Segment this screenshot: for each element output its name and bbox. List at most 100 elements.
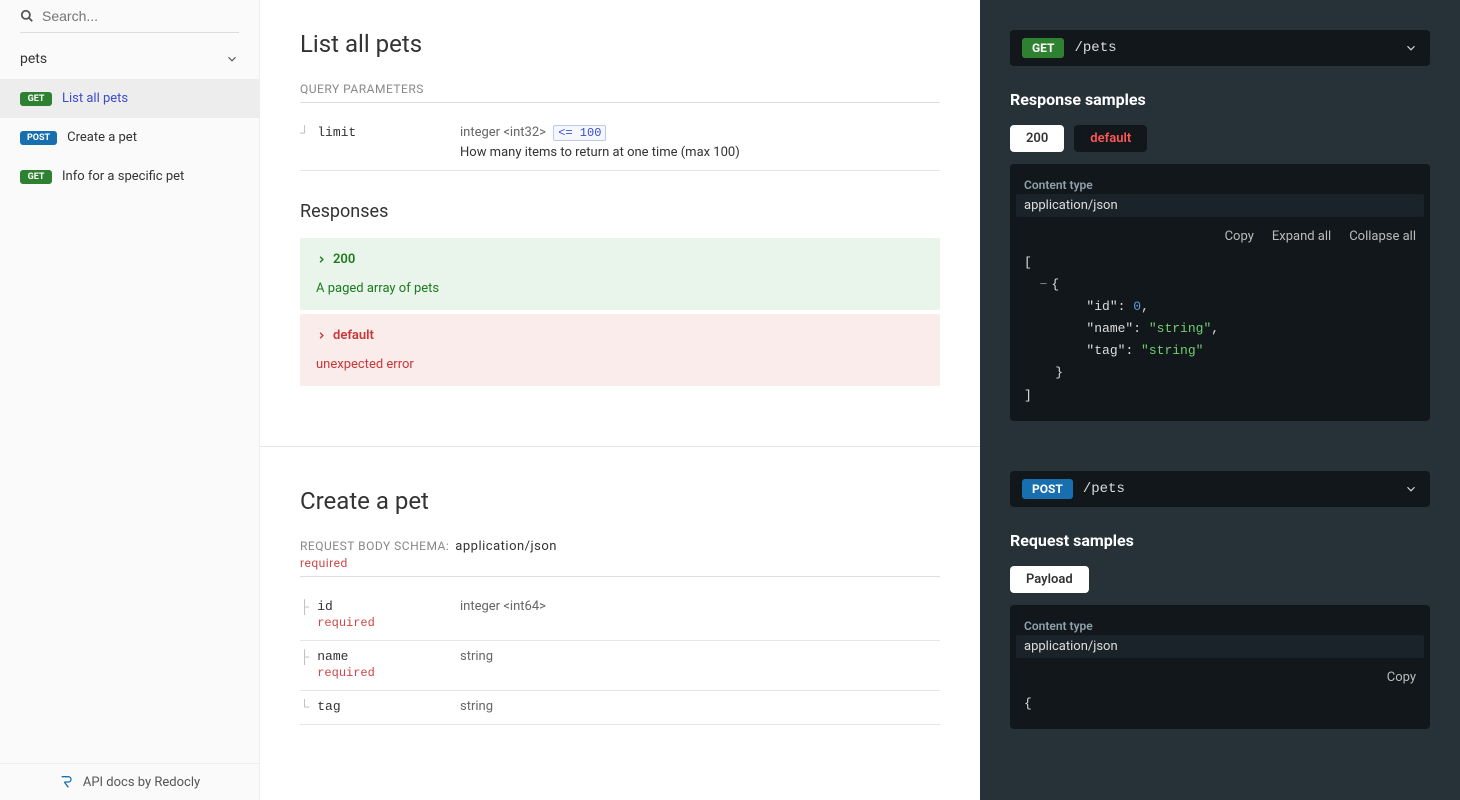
content-type-value: application/json: [1016, 194, 1424, 217]
op-list-pets: List all pets QUERY PARAMETERS ┘ limit i…: [300, 30, 940, 386]
json-key-tag: "tag": [1086, 343, 1125, 358]
search-input[interactable]: [42, 8, 239, 24]
search-icon: [20, 9, 34, 23]
request-samples-heading: Request samples: [1010, 531, 1430, 550]
chevron-down-icon: [1404, 41, 1418, 55]
field-format: <int64>: [503, 599, 546, 614]
tab-default[interactable]: default: [1074, 125, 1147, 152]
nav-item-list-pets[interactable]: GET List all pets: [0, 79, 259, 118]
code-actions: Copy Expand all Collapse all: [1024, 229, 1416, 244]
response-code: 200: [333, 252, 355, 267]
footer-text: API docs by Redocly: [83, 775, 200, 790]
main-content: List all pets QUERY PARAMETERS ┘ limit i…: [260, 0, 980, 800]
endpoint-path: /pets: [1083, 481, 1394, 497]
field-type: string: [460, 649, 493, 664]
param-type: integer: [460, 125, 500, 140]
method-badge: GET: [20, 92, 52, 106]
body-content-type: application/json: [455, 539, 557, 554]
sidebar: pets GET List all pets POST Create a pet…: [0, 0, 260, 800]
param-constraint: <= 100: [553, 125, 606, 141]
sample-list-pets: GET /pets Response samples 200 default C…: [1010, 30, 1430, 421]
required-flag: required: [317, 616, 375, 630]
response-desc: A paged array of pets: [316, 281, 924, 296]
tab-200[interactable]: 200: [1010, 125, 1064, 152]
field-type: integer: [460, 599, 500, 614]
field-row-name: ├ name required string: [300, 641, 940, 691]
nav-item-label: List all pets: [62, 91, 128, 106]
response-200[interactable]: 200 A paged array of pets: [300, 238, 940, 310]
method-pill: POST: [1022, 479, 1073, 499]
divider: [260, 446, 980, 447]
collapse-all-button[interactable]: Collapse all: [1349, 229, 1416, 244]
collapse-toggle[interactable]: −: [1040, 277, 1048, 292]
required-flag: required: [317, 666, 375, 680]
field-name[interactable]: tag: [317, 699, 340, 714]
param-row-limit: ┘ limit integer <int32> <= 100 How many …: [300, 117, 940, 171]
method-badge: GET: [20, 170, 52, 184]
body-schema-table: ├ id required integer <int64> ├ name re: [300, 591, 940, 725]
method-pill: GET: [1022, 38, 1064, 58]
param-table: ┘ limit integer <int32> <= 100 How many …: [300, 117, 940, 171]
response-samples-heading: Response samples: [1010, 90, 1430, 109]
copy-button[interactable]: Copy: [1387, 670, 1416, 685]
field-row-id: ├ id required integer <int64>: [300, 591, 940, 641]
field-name[interactable]: name: [317, 649, 348, 664]
field-type-cell: string: [460, 699, 940, 714]
op-title: List all pets: [300, 30, 940, 58]
request-tabs: Payload: [1010, 566, 1430, 593]
response-head: default: [316, 328, 924, 343]
response-tabs: 200 default: [1010, 125, 1430, 152]
endpoint-bar-get[interactable]: GET /pets: [1010, 30, 1430, 66]
param-name-cell: ┘ limit: [300, 125, 460, 160]
query-params-heading: QUERY PARAMETERS: [300, 82, 940, 103]
tree-icon: ├: [300, 599, 309, 614]
request-body-heading: REQUEST BODY SCHEMA: application/json re…: [300, 539, 940, 577]
sidebar-footer[interactable]: API docs by Redocly: [0, 763, 259, 800]
field-name[interactable]: id: [317, 599, 333, 614]
chevron-right-icon: [316, 254, 327, 265]
endpoint-bar-post[interactable]: POST /pets: [1010, 471, 1430, 507]
code-panel: Content type application/json Copy Expan…: [1010, 164, 1430, 421]
copy-button[interactable]: Copy: [1225, 229, 1254, 244]
chevron-down-icon: [1404, 482, 1418, 496]
tag-label: pets: [20, 51, 47, 67]
content-type-label: Content type: [1024, 178, 1416, 192]
response-desc: unexpected error: [316, 357, 924, 372]
field-name-cell: ├ name required: [300, 649, 460, 680]
nav-item-label: Create a pet: [67, 130, 137, 145]
search-wrap: [0, 0, 259, 32]
param-description: How many items to return at one time (ma…: [460, 145, 940, 160]
field-type: string: [460, 699, 493, 714]
code-panel: Content type application/json Copy {: [1010, 605, 1430, 729]
required-flag: required: [300, 556, 940, 570]
search-underline: [20, 32, 239, 33]
field-name-cell: └ tag: [300, 699, 460, 714]
nav-item-label: Info for a specific pet: [62, 169, 184, 184]
endpoint-path: /pets: [1074, 40, 1394, 56]
param-format: <int32>: [503, 125, 546, 140]
field-name-cell: ├ id required: [300, 599, 460, 630]
field-row-tag: └ tag string: [300, 691, 940, 725]
tree-icon: ┘: [300, 125, 309, 140]
field-type-cell: integer <int64>: [460, 599, 940, 630]
responses: 200 A paged array of pets default unexpe…: [300, 238, 940, 386]
json-val-id: 0: [1133, 299, 1141, 314]
param-name[interactable]: limit: [317, 125, 356, 140]
op-create-pet: Create a pet REQUEST BODY SCHEMA: applic…: [300, 487, 940, 725]
sample-create-pet: POST /pets Request samples Payload Conte…: [1010, 471, 1430, 729]
json-key-name: "name": [1086, 321, 1133, 336]
nav-item-pet-info[interactable]: GET Info for a specific pet: [0, 157, 259, 196]
json-val-tag: "string": [1141, 343, 1203, 358]
content-type-label: Content type: [1024, 619, 1416, 633]
expand-all-button[interactable]: Expand all: [1272, 229, 1331, 244]
tab-payload[interactable]: Payload: [1010, 566, 1089, 593]
response-default[interactable]: default unexpected error: [300, 314, 940, 386]
chevron-right-icon: [316, 330, 327, 341]
responses-heading: Responses: [300, 201, 940, 222]
method-badge: POST: [20, 131, 57, 145]
tag-pets[interactable]: pets: [0, 39, 259, 79]
json-sample: {: [1024, 693, 1416, 715]
content-type-value: application/json: [1016, 635, 1424, 658]
body-heading-text: REQUEST BODY SCHEMA:: [300, 539, 449, 553]
nav-item-create-pet[interactable]: POST Create a pet: [0, 118, 259, 157]
